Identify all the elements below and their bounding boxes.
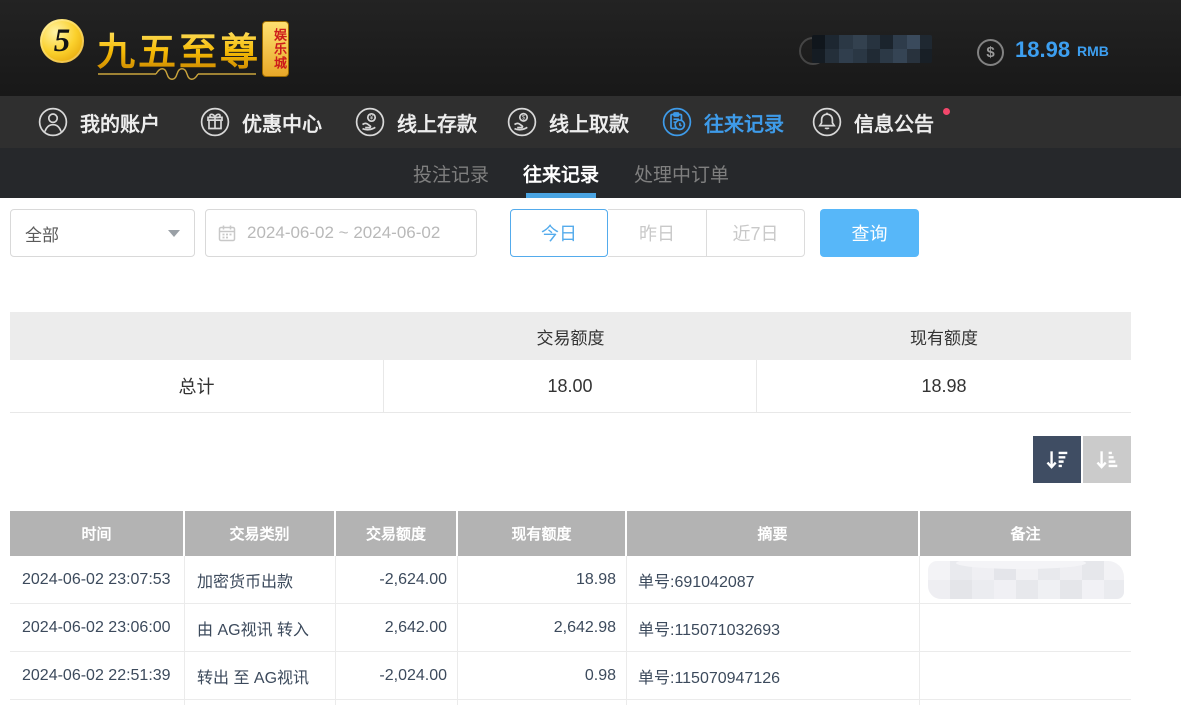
- col-time: 时间: [10, 511, 185, 556]
- nav-item-announcements[interactable]: 信息公告: [812, 96, 934, 148]
- date-range-input[interactable]: 2024-06-02 ~ 2024-06-02: [205, 209, 477, 257]
- cell-transaction-type: 转出 至 AG视讯: [185, 652, 336, 699]
- brand-monogram: 5: [54, 25, 71, 58]
- nav-item-label: 线上存款: [397, 108, 477, 137]
- cell-transaction-type: 加密货币出款: [185, 556, 336, 603]
- nav-item-label: 往来记录: [704, 108, 784, 137]
- notification-dot: [943, 108, 950, 115]
- deposit-hand-icon: ¥: [355, 107, 385, 137]
- nav-item-transaction-records[interactable]: 往来记录: [662, 96, 784, 148]
- calendar-icon: [218, 224, 236, 242]
- summary-table: 交易额度 现有额度 总计 18.00 18.98: [10, 312, 1131, 413]
- cell-transaction-amount: -2,624.00: [336, 556, 458, 603]
- category-select-value: 全部: [25, 221, 59, 246]
- summary-total-label: 总计: [10, 360, 384, 412]
- balance-currency-label: RMB: [1077, 43, 1109, 59]
- top-header: 5 九五至尊 娱乐城 $ 18.98 RMB: [0, 0, 1181, 96]
- cell-transaction-type: 由 AG视讯 转入: [185, 604, 336, 651]
- summary-total-transaction-amount: 18.00: [384, 360, 757, 412]
- nav-item-promotions[interactable]: 优惠中心: [200, 96, 322, 148]
- brand-logo-icon[interactable]: 5: [40, 19, 84, 63]
- sort-descending-button[interactable]: [1033, 436, 1081, 483]
- summary-total-row: 总计 18.00 18.98: [10, 360, 1131, 413]
- remark-redacted: [928, 561, 1124, 599]
- nav-item-label: 我的账户: [80, 108, 160, 137]
- user-circle-icon: [38, 107, 68, 137]
- cell-time: 2024-06-02 23:07:53: [10, 556, 185, 603]
- cell-remark: [920, 604, 1131, 651]
- tab-betting-records[interactable]: 投注记录: [413, 148, 489, 198]
- quick-range-last7days-button[interactable]: 近7日: [706, 209, 805, 257]
- nav-item-withdraw[interactable]: $ 线上取款: [507, 96, 629, 148]
- nav-item-deposit[interactable]: ¥ 线上存款: [355, 96, 477, 148]
- cell-time: 2024-06-02 22:51:39: [10, 652, 185, 699]
- cell-transaction-amount: -2,024.00: [336, 652, 458, 699]
- table-row: 2024-06-02 23:06:00 由 AG视讯 转入 2,642.00 2…: [10, 604, 1131, 652]
- sort-ascending-icon: [1094, 447, 1120, 473]
- sort-descending-icon: [1044, 447, 1070, 473]
- cell-remark: [920, 556, 1131, 603]
- date-range-value: 2024-06-02 ~ 2024-06-02: [247, 223, 440, 243]
- tab-label: 往来记录: [523, 160, 599, 187]
- sub-nav: 投注记录 往来记录 处理中订单: [0, 148, 1181, 198]
- records-clipboard-icon: [662, 107, 692, 137]
- cell-summary: 单号:691042087: [627, 556, 920, 603]
- summary-total-current-balance: 18.98: [757, 360, 1131, 412]
- records-table: 时间 交易类别 交易额度 现有额度 摘要 备注 2024-06-02 23:07…: [10, 511, 1131, 705]
- tab-label: 处理中订单: [634, 160, 729, 187]
- table-row: 2024-06-02 22:51:39 转出 至 AG视讯 -2,024.00 …: [10, 652, 1131, 700]
- query-button[interactable]: 查询: [820, 209, 919, 257]
- balance-amount: 18.98: [1015, 37, 1070, 63]
- cell-current-balance: 18.98: [458, 556, 627, 603]
- tab-processing-orders[interactable]: 处理中订单: [634, 148, 729, 198]
- bell-icon: [812, 107, 842, 137]
- quick-range-today-button[interactable]: 今日: [510, 209, 608, 257]
- col-transaction-type: 交易类别: [185, 511, 336, 556]
- summary-col-current-balance: 现有额度: [757, 312, 1131, 360]
- brand-flourish-decoration: [98, 67, 256, 81]
- tab-transaction-records[interactable]: 往来记录: [523, 148, 599, 198]
- summary-col-transaction-amount: 交易额度: [384, 312, 757, 360]
- summary-table-header: 交易额度 现有额度: [10, 312, 1131, 360]
- balance-currency-icon: $: [977, 39, 1004, 66]
- col-remark: 备注: [920, 511, 1131, 556]
- nav-item-label: 线上取款: [549, 108, 629, 137]
- cell-time: 2024-06-02 23:06:00: [10, 604, 185, 651]
- chevron-down-icon: [168, 230, 180, 237]
- col-transaction-amount: 交易额度: [336, 511, 458, 556]
- brand-badge: 娱乐城: [262, 21, 289, 77]
- cell-summary: 单号:115071032693: [627, 604, 920, 651]
- gift-icon: [200, 107, 230, 137]
- col-current-balance: 现有额度: [458, 511, 627, 556]
- main-nav: 我的账户 优惠中心 ¥ 线上存款 $: [0, 96, 1181, 148]
- col-summary: 摘要: [627, 511, 920, 556]
- cell-summary: 单号:115070947126: [627, 652, 920, 699]
- sort-ascending-button[interactable]: [1083, 436, 1131, 483]
- cell-current-balance: 2,642.98: [458, 604, 627, 651]
- cell-remark: [920, 652, 1131, 699]
- nav-item-label: 优惠中心: [242, 108, 322, 137]
- category-select[interactable]: 全部: [10, 209, 195, 257]
- table-row-partial: [10, 700, 1131, 705]
- tab-label: 投注记录: [413, 160, 489, 187]
- table-row: 2024-06-02 23:07:53 加密货币出款 -2,624.00 18.…: [10, 556, 1131, 604]
- cell-transaction-amount: 2,642.00: [336, 604, 458, 651]
- nav-item-my-account[interactable]: 我的账户: [38, 96, 160, 148]
- username-redacted: [812, 35, 932, 63]
- nav-item-label: 信息公告: [854, 108, 934, 137]
- quick-range-yesterday-button[interactable]: 昨日: [608, 209, 707, 257]
- active-tab-underline: [526, 193, 596, 198]
- records-table-header: 时间 交易类别 交易额度 现有额度 摘要 备注: [10, 511, 1131, 556]
- summary-col-empty: [10, 312, 384, 360]
- withdraw-hand-icon: $: [507, 107, 537, 137]
- cell-current-balance: 0.98: [458, 652, 627, 699]
- page: 5 九五至尊 娱乐城 $ 18.98 RMB 我的账户: [0, 0, 1181, 705]
